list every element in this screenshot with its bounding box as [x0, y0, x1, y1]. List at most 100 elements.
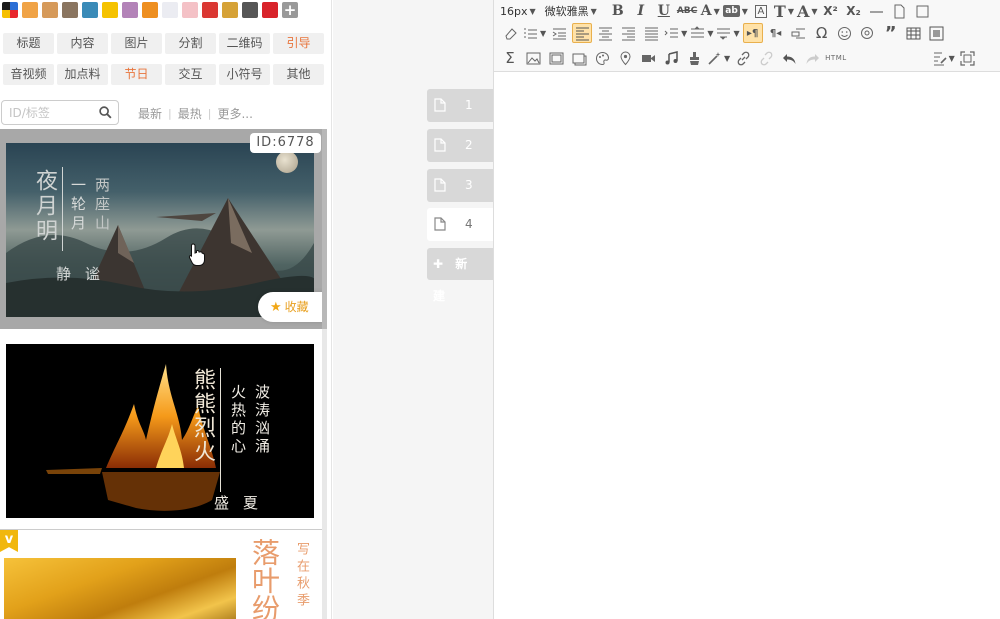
color-palette-button[interactable] [592, 48, 612, 68]
category-button[interactable]: 引导 [273, 33, 324, 54]
new-page-button[interactable]: ✚ 新 建 [427, 248, 493, 303]
category-button[interactable]: 内容 [57, 33, 108, 54]
color-swatch[interactable] [182, 2, 198, 18]
video-icon [641, 54, 655, 62]
multi-image-button[interactable] [546, 48, 566, 68]
list-ordered-button[interactable]: ▼ [523, 23, 546, 43]
underline-button[interactable]: U [654, 1, 674, 21]
emoji-button[interactable] [835, 23, 855, 43]
line-height-button[interactable]: ▼ [690, 23, 713, 43]
color-swatch[interactable] [82, 2, 98, 18]
unlink-button[interactable] [756, 48, 776, 68]
category-button[interactable]: 其他 [273, 64, 324, 85]
italic-button[interactable]: I [631, 1, 651, 21]
html-source-button[interactable]: HTML [825, 48, 846, 68]
multicolor-swatch[interactable] [2, 2, 18, 18]
template-button[interactable] [927, 23, 947, 43]
page-tab-3[interactable]: 3 [427, 169, 493, 202]
font-family-select[interactable]: 微软雅黑 ▼ [545, 1, 597, 21]
color-swatch[interactable] [42, 2, 58, 18]
text-shadow-button[interactable]: A ▼ [797, 1, 818, 21]
color-swatch[interactable] [22, 2, 38, 18]
add-color-icon[interactable]: + [282, 2, 298, 18]
ltr-direction-button[interactable]: ▸¶ [742, 23, 763, 43]
template-card[interactable]: v 落叶纷 写在秋季 [0, 530, 322, 619]
align-center-button[interactable] [595, 23, 615, 43]
search-input[interactable] [2, 101, 90, 124]
category-button[interactable]: 音视频 [3, 64, 54, 85]
category-button[interactable]: 分割 [165, 33, 216, 54]
color-swatch[interactable] [102, 2, 118, 18]
color-swatch[interactable] [222, 2, 238, 18]
table-button[interactable] [904, 23, 924, 43]
format-brush-button[interactable] [684, 48, 704, 68]
edit-mode-button[interactable]: ▼ [932, 48, 955, 68]
eraser-button[interactable] [500, 23, 520, 43]
color-swatch[interactable] [142, 2, 158, 18]
color-swatch[interactable] [242, 2, 258, 18]
paragraph-spacing-button[interactable]: ▼ [716, 23, 740, 43]
category-button[interactable]: 图片 [111, 33, 162, 54]
category-button[interactable]: 标题 [3, 33, 54, 54]
insert-link-button[interactable] [733, 48, 753, 68]
color-swatch[interactable] [262, 2, 278, 18]
color-swatch[interactable] [162, 2, 178, 18]
page-tab-2[interactable]: 2 [427, 129, 493, 162]
template-image-night-moon[interactable]: 夜月明 一轮月 两座山 静谧 [6, 143, 314, 317]
font-color-button[interactable]: A ▼ [700, 1, 720, 21]
insert-video-button[interactable] [638, 48, 658, 68]
search-icon[interactable] [99, 106, 112, 119]
highlight-color-button[interactable]: ab ▼ [723, 1, 748, 21]
new-document-button[interactable] [890, 1, 910, 21]
blockquote-button[interactable]: ” [881, 23, 901, 44]
page-tab-1[interactable]: 1 [427, 89, 493, 122]
indent-button[interactable] [549, 23, 569, 43]
strikethrough-button[interactable]: ABC [677, 1, 697, 21]
filter-hottest[interactable]: 最热 [178, 105, 202, 122]
scrollbar-thumb[interactable] [322, 129, 327, 329]
category-button[interactable]: 节日 [111, 64, 162, 85]
fullscreen-button[interactable] [913, 1, 933, 21]
subscript-button[interactable]: X₂ [844, 1, 864, 21]
magic-wand-button[interactable]: ▼ [707, 48, 730, 68]
rtl-direction-button[interactable]: ¶◂ [766, 23, 786, 43]
scrollbar[interactable] [322, 129, 327, 619]
favorite-button[interactable]: ★ 收藏 [258, 292, 326, 322]
category-button[interactable]: 二维码 [219, 33, 270, 54]
color-swatch[interactable] [62, 2, 78, 18]
text-border-button[interactable]: A [751, 1, 771, 21]
category-button[interactable]: 交互 [165, 64, 216, 85]
page-tab-4[interactable]: 4 [427, 208, 493, 241]
align-justify-button[interactable] [641, 23, 661, 43]
template-image-fire[interactable]: 熊熊烈火 火热的心 波涛汹涌 盛夏 [6, 344, 314, 518]
font-size-select[interactable]: 16px ▼ [500, 1, 536, 21]
category-button[interactable]: 小符号 [219, 64, 270, 85]
template-card[interactable]: 熊熊烈火 火热的心 波涛汹涌 盛夏 [0, 337, 322, 530]
undo-button[interactable] [779, 48, 799, 68]
bold-button[interactable]: B [608, 1, 628, 21]
redo-button[interactable] [802, 48, 822, 68]
color-swatch[interactable] [122, 2, 138, 18]
search-replace-button[interactable] [858, 23, 878, 43]
align-right-button[interactable] [618, 23, 638, 43]
float-image-button[interactable] [789, 23, 809, 43]
preview-button[interactable] [958, 48, 978, 68]
special-char-button[interactable]: Ω [812, 23, 832, 43]
background-button[interactable] [569, 48, 589, 68]
filter-newest[interactable]: 最新 [138, 105, 162, 122]
formula-button[interactable]: Σ [500, 48, 520, 68]
color-swatch[interactable] [202, 2, 218, 18]
editor-canvas[interactable] [494, 73, 1000, 619]
align-left-button[interactable] [572, 23, 593, 43]
line-indent-button[interactable]: ▼ [664, 23, 687, 43]
filter-more[interactable]: 更多... [217, 105, 252, 122]
template-image-autumn[interactable] [4, 558, 236, 619]
superscript-button[interactable]: X² [821, 1, 841, 21]
insert-image-button[interactable] [523, 48, 543, 68]
text-style-button[interactable]: T ▼ [774, 1, 794, 21]
template-card[interactable]: 夜月明 一轮月 两座山 静谧 ID:6778 ★ 收藏 [0, 129, 326, 329]
insert-map-button[interactable] [615, 48, 635, 68]
insert-music-button[interactable] [661, 48, 681, 68]
category-button[interactable]: 加点料 [57, 64, 108, 85]
horizontal-rule-button[interactable] [867, 1, 887, 21]
